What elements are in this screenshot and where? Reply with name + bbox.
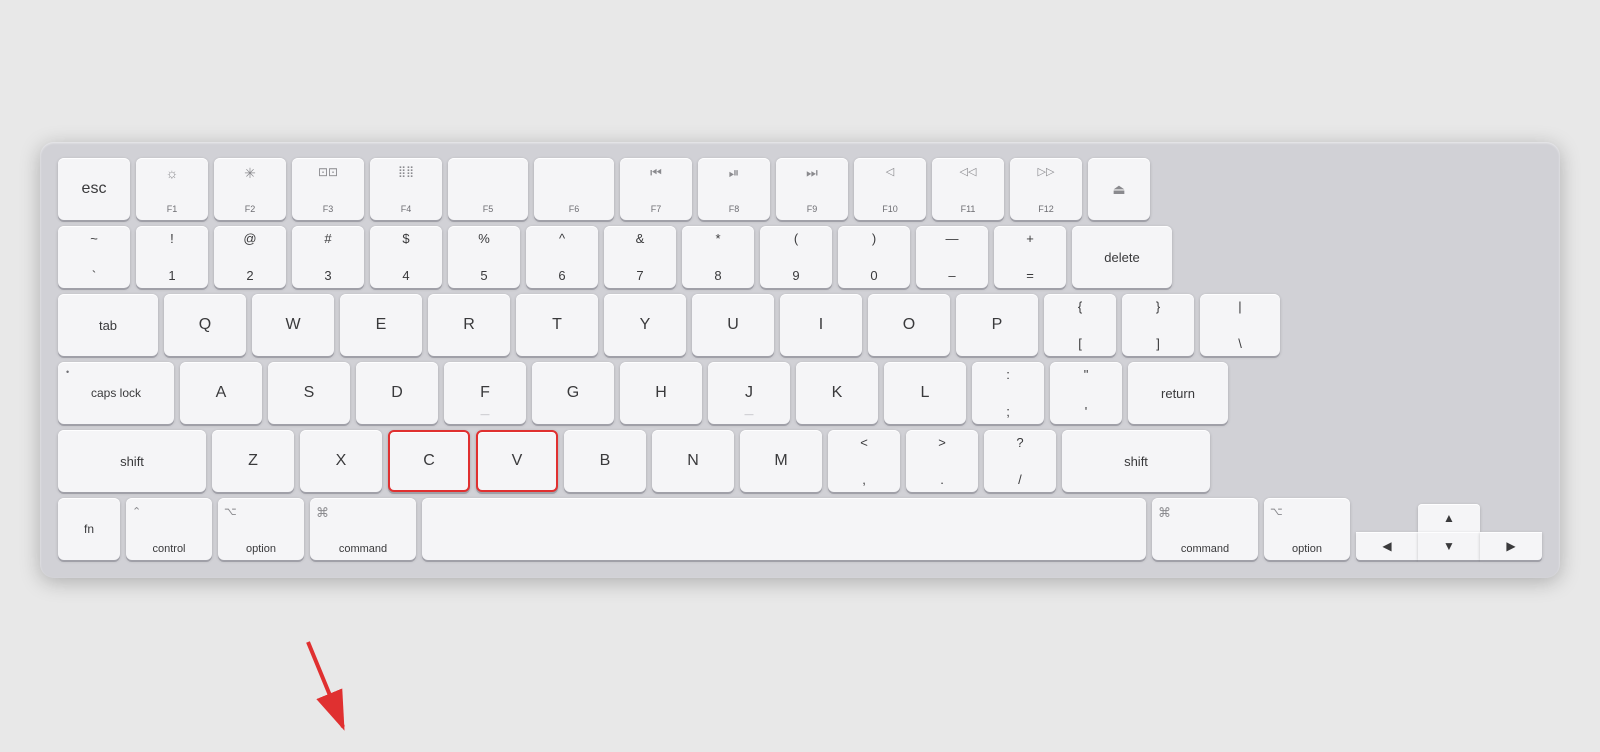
key-minus[interactable]: — – [916, 226, 988, 288]
key-f5[interactable]: F5 [448, 158, 528, 220]
key-i[interactable]: I [780, 294, 862, 356]
key-p[interactable]: P [956, 294, 1038, 356]
key-capslock[interactable]: • caps lock [58, 362, 174, 424]
key-g[interactable]: G [532, 362, 614, 424]
keyboard: esc ☼ F1 ✳ F2 ⊡⊡ F3 ⣿⣿ F4 F5 F6 [40, 142, 1560, 578]
fn-row: esc ☼ F1 ✳ F2 ⊡⊡ F3 ⣿⣿ F4 F5 F6 [58, 158, 1542, 220]
key-7[interactable]: & 7 [604, 226, 676, 288]
asdf-row: • caps lock A S D F — G H J — K L : ; " [58, 362, 1542, 424]
arrow-cluster: ▲ ◀ ▼ ▶ [1356, 504, 1542, 560]
key-r[interactable]: R [428, 294, 510, 356]
key-f2[interactable]: ✳ F2 [214, 158, 286, 220]
zxcv-row: shift Z X C V B N M < , > . ? / [58, 430, 1542, 492]
key-tab[interactable]: tab [58, 294, 158, 356]
key-arrow-right[interactable]: ▶ [1480, 532, 1542, 560]
key-l[interactable]: L [884, 362, 966, 424]
key-f12[interactable]: ▷▷ F12 [1010, 158, 1082, 220]
key-return[interactable]: return [1128, 362, 1228, 424]
key-w[interactable]: W [252, 294, 334, 356]
key-arrow-down[interactable]: ▼ [1418, 532, 1480, 560]
key-v[interactable]: V [476, 430, 558, 492]
keyboard-wrapper: esc ☼ F1 ✳ F2 ⊡⊡ F3 ⣿⣿ F4 F5 F6 [40, 142, 1560, 578]
key-option-left[interactable]: ⌥ option [218, 498, 304, 560]
key-slash[interactable]: ? / [984, 430, 1056, 492]
key-quote[interactable]: " ' [1050, 362, 1122, 424]
key-x[interactable]: X [300, 430, 382, 492]
key-3[interactable]: # 3 [292, 226, 364, 288]
key-esc[interactable]: esc [58, 158, 130, 220]
key-period[interactable]: > . [906, 430, 978, 492]
key-f4[interactable]: ⣿⣿ F4 [370, 158, 442, 220]
key-delete[interactable]: delete [1072, 226, 1172, 288]
key-f10[interactable]: ◁ F10 [854, 158, 926, 220]
key-command-right[interactable]: ⌘ command [1152, 498, 1258, 560]
key-t[interactable]: T [516, 294, 598, 356]
key-f6[interactable]: F6 [534, 158, 614, 220]
key-semicolon[interactable]: : ; [972, 362, 1044, 424]
key-9[interactable]: ( 9 [760, 226, 832, 288]
key-k[interactable]: K [796, 362, 878, 424]
key-n[interactable]: N [652, 430, 734, 492]
key-5[interactable]: % 5 [448, 226, 520, 288]
key-6[interactable]: ^ 6 [526, 226, 598, 288]
key-b[interactable]: B [564, 430, 646, 492]
key-shift-right[interactable]: shift [1062, 430, 1210, 492]
key-f[interactable]: F — [444, 362, 526, 424]
key-f3[interactable]: ⊡⊡ F3 [292, 158, 364, 220]
key-space[interactable] [422, 498, 1146, 560]
key-f1[interactable]: ☼ F1 [136, 158, 208, 220]
key-2[interactable]: @ 2 [214, 226, 286, 288]
key-equal[interactable]: + = [994, 226, 1066, 288]
key-f8[interactable]: ⏯ F8 [698, 158, 770, 220]
qwerty-row: tab Q W E R T Y U I O P { [ } ] | [58, 294, 1542, 356]
bottom-row: fn ⌃ control ⌥ option ⌘ command ⌘ comman… [58, 498, 1542, 560]
key-arrow-up[interactable]: ▲ [1418, 504, 1480, 532]
key-4[interactable]: $ 4 [370, 226, 442, 288]
key-f7[interactable]: ⏮ F7 [620, 158, 692, 220]
key-s[interactable]: S [268, 362, 350, 424]
key-j[interactable]: J — [708, 362, 790, 424]
key-1[interactable]: ! 1 [136, 226, 208, 288]
key-d[interactable]: D [356, 362, 438, 424]
key-o[interactable]: O [868, 294, 950, 356]
key-comma[interactable]: < , [828, 430, 900, 492]
key-f9[interactable]: ⏭ F9 [776, 158, 848, 220]
key-backslash[interactable]: | \ [1200, 294, 1280, 356]
key-z[interactable]: Z [212, 430, 294, 492]
key-m[interactable]: M [740, 430, 822, 492]
key-y[interactable]: Y [604, 294, 686, 356]
key-h[interactable]: H [620, 362, 702, 424]
key-rbracket[interactable]: } ] [1122, 294, 1194, 356]
number-row: ~ ` ! 1 @ 2 # 3 $ [58, 226, 1542, 288]
key-lbracket[interactable]: { [ [1044, 294, 1116, 356]
key-power[interactable]: ⏏ [1088, 158, 1150, 220]
key-arrow-left[interactable]: ◀ [1356, 532, 1418, 560]
key-0[interactable]: ) 0 [838, 226, 910, 288]
key-fn[interactable]: fn [58, 498, 120, 560]
key-c[interactable]: C [388, 430, 470, 492]
key-q[interactable]: Q [164, 294, 246, 356]
key-a[interactable]: A [180, 362, 262, 424]
key-shift-left[interactable]: shift [58, 430, 206, 492]
key-command-left[interactable]: ⌘ command [310, 498, 416, 560]
key-control[interactable]: ⌃ control [126, 498, 212, 560]
key-e[interactable]: E [340, 294, 422, 356]
key-option-right[interactable]: ⌥ option [1264, 498, 1350, 560]
key-u[interactable]: U [692, 294, 774, 356]
key-grave[interactable]: ~ ` [58, 226, 130, 288]
key-8[interactable]: * 8 [682, 226, 754, 288]
key-f11[interactable]: ◁◁ F11 [932, 158, 1004, 220]
